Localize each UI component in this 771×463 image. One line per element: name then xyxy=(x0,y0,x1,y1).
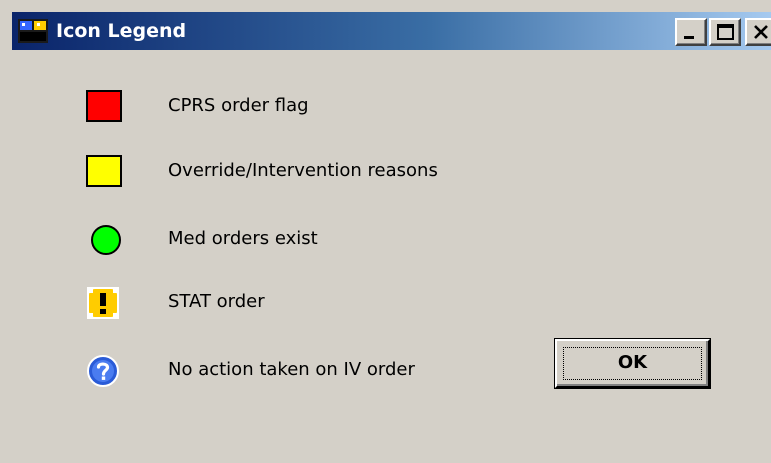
icon-legend-window: Icon Legend CPRS order flag Override/Int… xyxy=(0,0,771,463)
legend-label: STAT order xyxy=(168,291,265,312)
legend-label: Med orders exist xyxy=(168,228,318,249)
title-bar[interactable]: Icon Legend xyxy=(12,12,771,50)
close-icon xyxy=(754,25,768,39)
legend-item-cprs-order-flag: CPRS order flag xyxy=(2,86,502,126)
ok-button[interactable]: OK xyxy=(555,339,710,388)
legend-label: CPRS order flag xyxy=(168,95,309,116)
green-circle-icon xyxy=(91,225,121,255)
maximize-icon xyxy=(717,24,734,40)
maximize-button[interactable] xyxy=(709,18,741,46)
legend-item-no-action-iv: No action taken on IV order xyxy=(2,350,502,390)
stat-exclamation-icon xyxy=(87,287,119,319)
legend-item-override-intervention: Override/Intervention reasons xyxy=(2,151,502,191)
legend-label: Override/Intervention reasons xyxy=(168,160,438,181)
legend-item-stat-order: STAT order xyxy=(2,282,502,322)
ok-button-label: OK xyxy=(617,352,648,373)
yellow-square-icon xyxy=(86,155,122,187)
close-button[interactable] xyxy=(745,18,771,46)
legend-item-med-orders-exist: Med orders exist xyxy=(2,219,502,259)
minimize-button[interactable] xyxy=(675,18,707,46)
question-mark-icon xyxy=(87,355,119,387)
app-icon xyxy=(18,19,48,43)
red-square-icon xyxy=(86,90,122,122)
minimize-icon xyxy=(684,36,694,39)
legend-label: No action taken on IV order xyxy=(168,359,415,380)
window-title: Icon Legend xyxy=(56,20,187,42)
